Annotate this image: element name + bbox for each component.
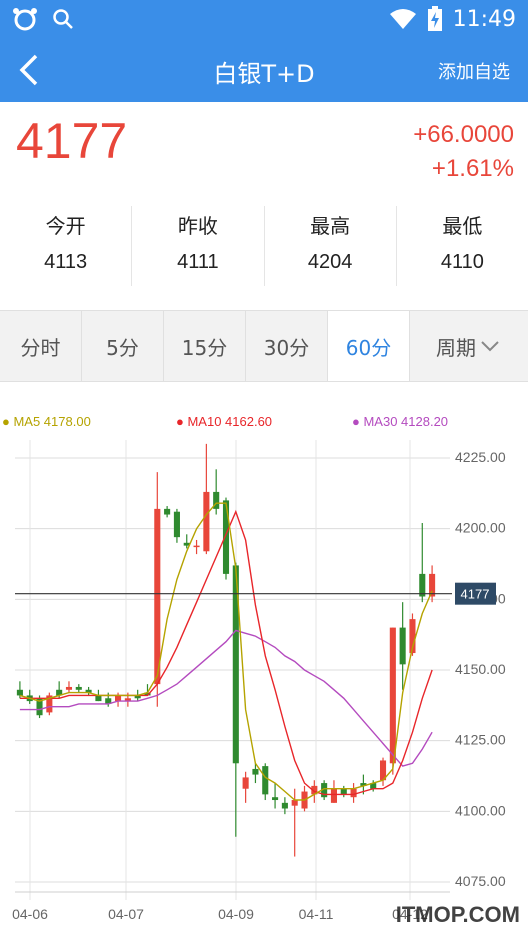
candle-body (389, 627, 396, 764)
app-bar: 白银T+D 添加自选 (0, 38, 528, 102)
candle-body (203, 491, 210, 552)
legend-ma5: ● MA5 4178.00 (2, 414, 91, 429)
x-tick-label: 04-06 (12, 906, 48, 922)
y-tick-label: 4200.00 (455, 520, 506, 536)
tab-15min[interactable]: 15分 (164, 311, 246, 381)
status-bar: 11:49 (0, 0, 528, 38)
battery-charging-icon (427, 6, 442, 31)
quote-panel: 4177 +66.0000 +1.61% 今开 4113 昨收 4111 最高 … (0, 102, 528, 310)
y-tick-label: 4225.00 (455, 449, 506, 465)
candle-body (173, 511, 180, 538)
stat-value: 4110 (440, 251, 484, 273)
wifi-icon (389, 9, 416, 29)
candle-body (252, 768, 259, 775)
candlestick-plot: 4225.004200.004175.004150.004125.004100.… (12, 440, 520, 927)
stat-label: 最低 (442, 214, 483, 238)
candle-body (350, 788, 357, 798)
change-amount: +66.0000 (413, 121, 514, 148)
candle-body (281, 802, 288, 809)
stat-low: 最低 4110 (397, 206, 528, 286)
last-price: 4177 (16, 113, 128, 169)
tab-60min[interactable]: 60分 (328, 311, 410, 381)
candle-body (330, 788, 337, 803)
add-watchlist-button[interactable]: 添加自选 (438, 58, 510, 84)
stat-label: 今开 (45, 214, 86, 238)
legend-ma5-text: MA5 4178.00 (13, 414, 91, 429)
candle-body (242, 777, 249, 789)
chevron-down-icon (481, 341, 499, 352)
candle-body (340, 788, 347, 795)
ma30-line (19, 629, 433, 767)
candle-body (164, 508, 171, 515)
tab-5min[interactable]: 5分 (82, 311, 164, 381)
candle-body (95, 695, 102, 702)
legend-ma10-text: MA10 4162.60 (187, 414, 273, 429)
stat-high: 最高 4204 (265, 206, 397, 286)
legend-ma30-text: MA30 4128.20 (363, 414, 449, 429)
status-time: 11:49 (452, 6, 516, 32)
tab-period-label: 周期 (436, 335, 476, 360)
kline-chart[interactable]: ● MA5 4178.00 ● MA10 4162.60 ● MA30 4128… (0, 382, 528, 940)
legend-ma30: ● MA30 4128.20 (352, 414, 449, 429)
candle-body (75, 686, 82, 690)
candle-body (291, 800, 298, 806)
price-change: +66.0000 +1.61% (413, 118, 514, 186)
y-tick-label: 4125.00 (455, 732, 506, 748)
stat-label: 昨收 (177, 214, 218, 238)
change-percent: +1.61% (431, 155, 514, 182)
watermark: ITMOP.COM (396, 902, 520, 927)
y-tick-label: 4075.00 (455, 873, 506, 889)
tab-30min[interactable]: 30分 (246, 311, 328, 381)
search-icon (53, 9, 73, 29)
period-tabs: 分时 5分 15分 30分 60分 周期 (0, 310, 528, 382)
candle-body (115, 695, 122, 702)
alarm-clock-icon (13, 8, 37, 31)
stat-label: 最高 (310, 214, 351, 238)
y-tick-label: 4150.00 (455, 661, 506, 677)
tab-period-dropdown[interactable]: 周期 (410, 311, 526, 381)
candle-body (222, 500, 230, 574)
y-tick-label: 4100.00 (455, 802, 506, 818)
quote-stats: 今开 4113 昨收 4111 最高 4204 最低 4110 (0, 206, 528, 286)
candle-body (399, 627, 406, 665)
candle-body (262, 766, 269, 795)
legend-ma10: ● MA10 4162.60 (176, 414, 273, 429)
candle-body (65, 686, 73, 690)
stat-value: 4111 (177, 251, 219, 273)
tab-timeshare[interactable]: 分时 (0, 311, 82, 381)
candle-body (154, 508, 161, 685)
x-tick-label: 04-07 (108, 906, 144, 922)
stat-open: 今开 4113 (0, 206, 133, 286)
x-tick-label: 04-11 (299, 906, 334, 922)
stat-value: 4204 (307, 251, 353, 273)
candle-body (272, 797, 279, 801)
stat-value: 4113 (44, 251, 88, 273)
last-price-tag-text: 4177 (461, 587, 490, 602)
candle-body (193, 545, 200, 548)
x-tick-label: 04-09 (218, 906, 254, 922)
candle-body (16, 689, 23, 696)
stat-prev-close: 昨收 4111 (132, 206, 265, 286)
